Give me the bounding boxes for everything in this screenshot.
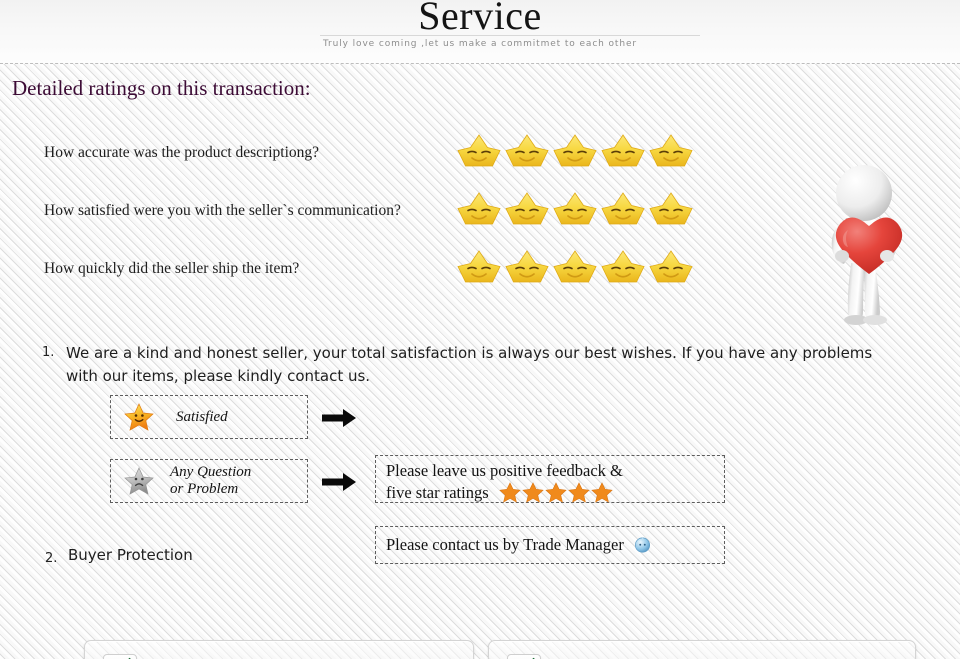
five-orange-stars	[499, 481, 613, 503]
guarantee-refund-or-keep[interactable]: Refund or Keep items not as described	[84, 640, 474, 659]
flow-box-any-question[interactable]: Any Question or Problem	[110, 459, 308, 503]
list-item-text: We are a kind and honest seller, your to…	[66, 344, 873, 385]
flow-box-feedback[interactable]: Please leave us positive feedback & five…	[375, 455, 725, 503]
sad-star-icon	[124, 466, 154, 496]
rating-stars[interactable]	[456, 188, 694, 234]
service-page: Service Truly love coming ,let us make a…	[0, 0, 960, 659]
smile-star-yellow-icon[interactable]	[504, 246, 550, 292]
list-item-text: Buyer Protection	[68, 546, 193, 564]
rating-stars[interactable]	[456, 246, 694, 292]
smile-star-yellow-icon[interactable]	[600, 246, 646, 292]
rating-stars[interactable]	[456, 130, 694, 176]
orange-star-icon	[522, 482, 544, 503]
happy-star-icon	[124, 402, 154, 432]
smile-star-yellow-icon[interactable]	[600, 130, 646, 176]
green-check-icon	[103, 654, 137, 659]
page-header: Service Truly love coming ,let us make a…	[0, 0, 960, 63]
page-subtitle: Truly love coming ,let us make a commitm…	[322, 39, 638, 49]
trade-manager-text: Please contact us by Trade Manager	[386, 535, 624, 554]
smile-star-yellow-icon[interactable]	[552, 246, 598, 292]
smile-star-yellow-icon[interactable]	[456, 188, 502, 234]
smile-star-yellow-icon[interactable]	[552, 130, 598, 176]
page-title: Service	[418, 0, 542, 38]
feedback-line-1: Please leave us positive feedback &	[386, 461, 623, 480]
green-check-icon	[507, 654, 541, 659]
rating-question: How satisfied were you with the seller`s…	[44, 202, 401, 219]
smile-star-yellow-icon[interactable]	[600, 188, 646, 234]
arrow-right-icon	[322, 472, 358, 492]
smile-star-yellow-icon[interactable]	[648, 246, 694, 292]
flow-label-any-question: Any Question or Problem	[170, 464, 251, 498]
page-body: Detailed ratings on this transaction: Ho…	[0, 64, 960, 659]
smile-star-yellow-icon[interactable]	[504, 130, 550, 176]
flow-box-satisfied[interactable]: Satisfied	[110, 395, 308, 439]
rating-row: How quickly did the seller ship the item…	[44, 246, 724, 302]
flow-label-line-2: or Problem	[170, 481, 239, 497]
smile-star-yellow-icon[interactable]	[504, 188, 550, 234]
list-number: 2.	[45, 551, 58, 566]
smile-star-yellow-icon[interactable]	[456, 130, 502, 176]
guarantee-full-refund[interactable]: Full Refund if you don't receive your or…	[488, 640, 916, 659]
section-title: Detailed ratings on this transaction:	[12, 76, 311, 100]
flow-label-satisfied: Satisfied	[176, 408, 228, 425]
flow-box-trade-manager[interactable]: Please contact us by Trade Manager	[375, 526, 725, 564]
orange-star-icon	[545, 482, 567, 503]
smile-star-yellow-icon[interactable]	[648, 130, 694, 176]
smile-star-yellow-icon[interactable]	[552, 188, 598, 234]
title-divider	[320, 35, 700, 36]
smile-star-yellow-icon[interactable]	[456, 246, 502, 292]
smile-star-yellow-icon[interactable]	[648, 188, 694, 234]
feedback-line-2-wrap: five star ratings	[386, 481, 724, 503]
orange-star-icon	[499, 482, 521, 503]
trade-manager-icon[interactable]	[634, 536, 651, 553]
list-number: 1.	[42, 345, 55, 360]
rating-question: How accurate was the product description…	[44, 144, 320, 161]
orange-star-icon	[568, 482, 590, 503]
rating-question: How quickly did the seller ship the item…	[44, 260, 300, 277]
orange-star-icon	[591, 482, 613, 503]
arrow-right-icon	[322, 408, 358, 428]
person-holding-heart-illustration	[812, 160, 936, 326]
flow-label-line-1: Any Question	[170, 464, 252, 480]
feedback-line-2: five star ratings	[386, 483, 489, 502]
rating-row: How accurate was the product description…	[44, 130, 724, 186]
rating-row: How satisfied were you with the seller`s…	[44, 188, 724, 244]
